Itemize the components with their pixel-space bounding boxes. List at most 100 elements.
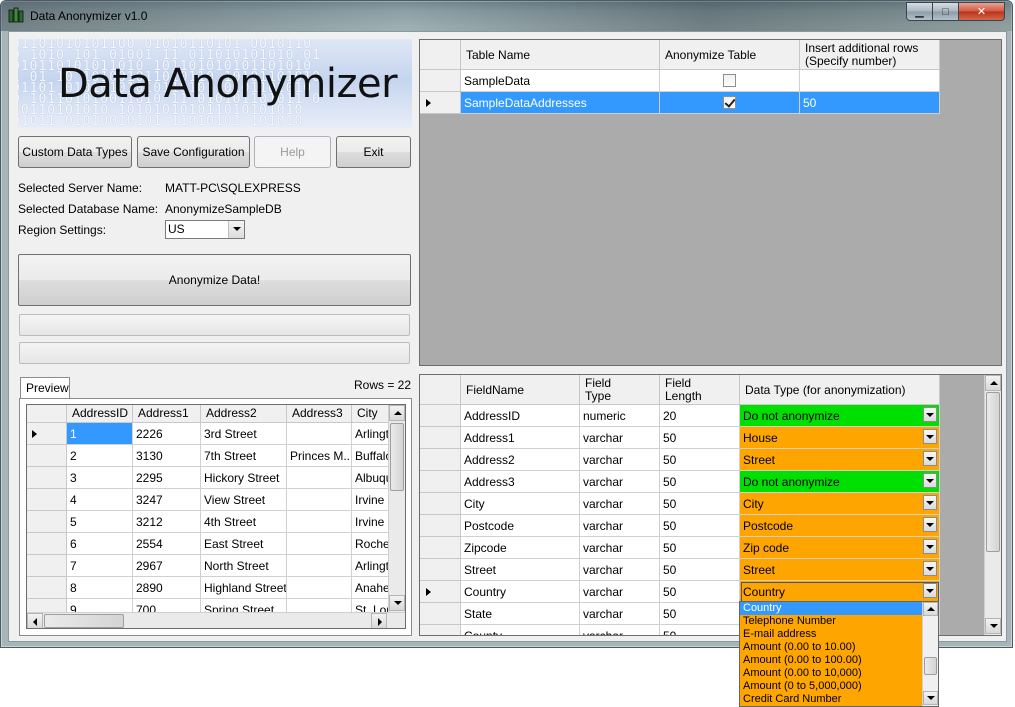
field-type-cell[interactable]: varchar (580, 603, 660, 625)
row-header[interactable] (27, 555, 67, 577)
chevron-down-icon[interactable] (923, 407, 937, 422)
dropdown-option[interactable]: Amount (0.00 to 10.00) (740, 641, 922, 654)
row-header[interactable] (420, 603, 461, 625)
table-cell[interactable]: 8 (67, 577, 133, 599)
dropdown-option[interactable]: Telephone Number (740, 615, 922, 628)
table-cell[interactable]: Albuqu (352, 467, 392, 489)
row-header[interactable] (420, 471, 461, 493)
field-type-cell[interactable]: varchar (580, 581, 660, 603)
dropdown-option[interactable]: Amount (0 to 5,000,000) (740, 680, 922, 693)
field-length-cell[interactable]: 50 (660, 515, 740, 537)
table-cell[interactable]: 6 (67, 533, 133, 555)
field-length-cell[interactable]: 50 (660, 493, 740, 515)
table-cell[interactable]: North Street (201, 555, 287, 577)
field-name-cell[interactable]: City (461, 493, 580, 515)
scrollbar-thumb[interactable] (44, 614, 124, 628)
scrollbar-thumb[interactable] (390, 423, 404, 491)
column-header[interactable]: Anonymize Table (660, 40, 800, 70)
scroll-right-icon[interactable] (371, 613, 387, 628)
row-header[interactable] (27, 577, 67, 599)
table-cell[interactable]: Hickory Street (201, 467, 287, 489)
table-cell[interactable]: 2 (67, 445, 133, 467)
table-cell[interactable]: 3 (67, 467, 133, 489)
chevron-down-icon[interactable] (923, 495, 937, 510)
exit-button[interactable]: Exit (336, 136, 411, 168)
table-cell[interactable]: 4 (67, 489, 133, 511)
table-cell[interactable]: View Street (201, 489, 287, 511)
field-name-cell[interactable]: Address3 (461, 471, 580, 493)
table-cell[interactable]: 3130 (133, 445, 201, 467)
anonymize-checkbox[interactable] (723, 96, 736, 109)
table-cell[interactable]: Highland Street (201, 577, 287, 599)
column-header[interactable]: Address2 (201, 405, 287, 423)
row-header[interactable] (420, 449, 461, 471)
chevron-down-icon[interactable] (228, 221, 244, 238)
scroll-up-icon[interactable] (985, 375, 1001, 391)
field-name-cell[interactable]: Zipcode (461, 537, 580, 559)
table-cell[interactable] (287, 423, 352, 445)
dropdown-scrollbar[interactable] (922, 602, 938, 706)
field-length-cell[interactable]: 50 (660, 581, 740, 603)
data-type-select[interactable]: Do not anonymize (740, 471, 940, 493)
data-type-select[interactable]: City (740, 493, 940, 515)
insert-rows-cell[interactable]: 50 (800, 92, 940, 114)
table-cell[interactable]: 2890 (133, 577, 201, 599)
maximize-button[interactable]: □ (932, 2, 959, 21)
table-name-cell[interactable]: SampleDataAddresses (461, 92, 660, 114)
anonymize-table-cell[interactable] (660, 92, 800, 114)
data-type-select[interactable]: Zip code (740, 537, 940, 559)
table-cell[interactable]: Buffalo (352, 445, 392, 467)
row-header[interactable] (27, 489, 67, 511)
table-cell[interactable]: 5 (67, 511, 133, 533)
dropdown-option[interactable]: Credit Card Number (740, 693, 922, 706)
field-name-cell[interactable]: Street (461, 559, 580, 581)
fields-vertical-scrollbar[interactable] (984, 375, 1001, 635)
field-length-cell[interactable]: 50 (660, 537, 740, 559)
tables-grid[interactable]: Table Name Anonymize Table Insert addition… (419, 39, 1002, 366)
table-cell[interactable] (287, 467, 352, 489)
column-header[interactable]: Address3 (287, 405, 352, 423)
table-cell[interactable]: Arlingto (352, 555, 392, 577)
field-name-cell[interactable]: Country (461, 581, 580, 603)
table-cell[interactable]: 3247 (133, 489, 201, 511)
field-length-cell[interactable]: 20 (660, 405, 740, 427)
save-configuration-button[interactable]: Save Configuration (137, 136, 250, 168)
row-header[interactable] (420, 559, 461, 581)
column-header[interactable]: City (352, 405, 392, 423)
minimize-button[interactable]: ▁ (906, 2, 933, 21)
scrollbar-thumb[interactable] (986, 392, 1000, 552)
row-header[interactable] (420, 70, 461, 92)
column-header[interactable]: FieldName (461, 375, 580, 405)
field-type-cell[interactable]: varchar (580, 537, 660, 559)
scroll-down-icon[interactable] (985, 618, 1001, 634)
row-header[interactable] (420, 537, 461, 559)
dropdown-option[interactable]: Country (740, 602, 922, 615)
row-header[interactable] (420, 515, 461, 537)
help-button[interactable]: Help (254, 136, 331, 168)
tab-preview[interactable]: Preview (20, 377, 70, 399)
scroll-up-icon[interactable] (389, 405, 405, 421)
field-name-cell[interactable]: Address2 (461, 449, 580, 471)
chevron-down-icon[interactable] (923, 583, 937, 598)
scroll-down-icon[interactable] (923, 691, 938, 705)
column-header[interactable]: Field Type (580, 375, 660, 405)
field-name-cell[interactable]: Address1 (461, 427, 580, 449)
row-header[interactable] (420, 427, 461, 449)
close-button[interactable]: ✕ (958, 2, 1005, 21)
dropdown-option[interactable]: Amount (0.00 to 10,000) (740, 667, 922, 680)
table-cell[interactable]: 2967 (133, 555, 201, 577)
column-header[interactable]: Address1 (133, 405, 201, 423)
table-cell[interactable]: 3rd Street (201, 423, 287, 445)
row-header[interactable] (420, 493, 461, 515)
insert-rows-cell[interactable] (800, 70, 940, 92)
data-type-select[interactable]: Postcode (740, 515, 940, 537)
chevron-down-icon[interactable] (923, 473, 937, 488)
field-name-cell[interactable]: AddressID (461, 405, 580, 427)
field-type-cell[interactable]: numeric (580, 405, 660, 427)
table-cell[interactable] (287, 489, 352, 511)
chevron-down-icon[interactable] (923, 451, 937, 466)
field-name-cell[interactable]: County (461, 625, 580, 635)
preview-vertical-scrollbar[interactable] (388, 405, 405, 612)
table-cell[interactable]: Arlingto (352, 423, 392, 445)
field-name-cell[interactable]: State (461, 603, 580, 625)
